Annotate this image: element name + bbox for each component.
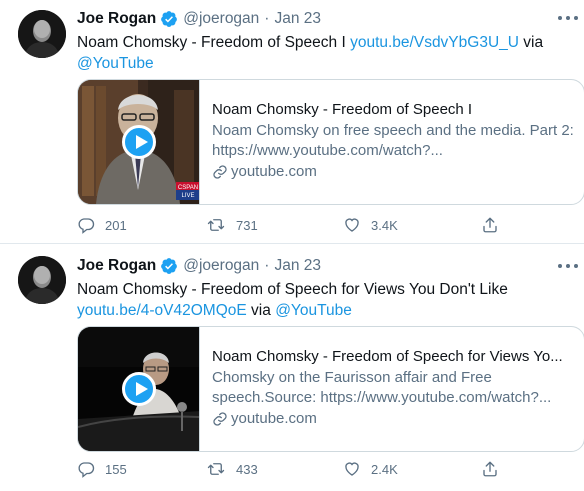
- thumb-badge-line1: CSPAN: [178, 185, 198, 191]
- author-handle[interactable]: @joerogan: [183, 257, 259, 275]
- share-button[interactable]: [481, 215, 509, 235]
- like-count: 2.4K: [371, 461, 398, 477]
- reply-button[interactable]: 155: [77, 459, 127, 479]
- reply-count: 155: [105, 461, 127, 477]
- reply-count: 201: [105, 217, 127, 233]
- tweet-text: Noam Chomsky - Freedom of Speech for Vie…: [77, 279, 577, 321]
- like-count: 3.4K: [371, 217, 398, 233]
- retweet-icon: [207, 219, 225, 231]
- tweet-link[interactable]: youtu.be/VsdvYbG3U_U: [350, 34, 519, 51]
- card-domain-text: youtube.com: [231, 163, 317, 180]
- retweet-button[interactable]: 433: [206, 459, 258, 479]
- author-handle[interactable]: @joerogan: [183, 10, 259, 28]
- card-domain: youtube.com: [212, 162, 580, 182]
- more-icon[interactable]: [558, 261, 578, 271]
- mention-link[interactable]: @YouTube: [77, 55, 154, 72]
- card-description: Noam Chomsky on free speech and the medi…: [212, 122, 574, 159]
- tweet-text-body: Noam Chomsky - Freedom of Speech I: [77, 34, 351, 51]
- author-name[interactable]: Joe Rogan: [77, 257, 156, 275]
- card-description: Chomsky on the Faurisson affair and Free…: [212, 369, 552, 406]
- share-icon: [483, 461, 497, 477]
- share-button[interactable]: [481, 459, 509, 479]
- card-body: Noam Chomsky - Freedom of Speech for Vie…: [212, 327, 580, 429]
- avatar[interactable]: [18, 256, 66, 304]
- play-icon[interactable]: [122, 372, 156, 406]
- author-name[interactable]: Joe Rogan: [77, 10, 156, 28]
- tweet-text-via: via: [518, 34, 544, 51]
- card-thumbnail[interactable]: [78, 327, 200, 451]
- card-title: Noam Chomsky - Freedom of Speech I: [212, 101, 473, 118]
- tweet[interactable]: Joe Rogan @joerogan · Jan 23 Noam Chomsk…: [0, 0, 584, 243]
- like-button[interactable]: 2.4K: [343, 459, 398, 479]
- more-icon[interactable]: [558, 13, 578, 23]
- card-domain-text: youtube.com: [231, 410, 317, 427]
- reply-button[interactable]: 201: [77, 215, 127, 235]
- verified-badge-icon: [160, 257, 178, 275]
- tweet-text-body: Noam Chomsky - Freedom of Speech for Vie…: [77, 281, 508, 298]
- tweet[interactable]: Joe Rogan @joerogan · Jan 23 Noam Chomsk…: [0, 244, 584, 491]
- tweet-header: Joe Rogan @joerogan · Jan 23: [77, 255, 321, 277]
- separator: ·: [264, 10, 270, 27]
- card-title: Noam Chomsky - Freedom of Speech for Vie…: [212, 348, 563, 365]
- retweet-count: 433: [236, 461, 258, 477]
- tweet-actions: 201 731 3.4K: [77, 215, 517, 235]
- link-icon: [213, 412, 227, 426]
- retweet-count: 731: [236, 217, 258, 233]
- play-icon[interactable]: [122, 125, 156, 159]
- reply-icon: [78, 218, 95, 234]
- link-icon: [213, 165, 227, 179]
- tweet-header: Joe Rogan @joerogan · Jan 23: [77, 8, 321, 30]
- tweet-text-via: via: [246, 302, 276, 319]
- tweet-text: Noam Chomsky - Freedom of Speech I youtu…: [77, 32, 577, 74]
- thumb-badge-line2: LIVE: [181, 193, 194, 199]
- mention-link[interactable]: @YouTube: [275, 302, 352, 319]
- verified-badge-icon: [160, 10, 178, 28]
- tweet-date[interactable]: Jan 23: [274, 257, 321, 275]
- tweet-date[interactable]: Jan 23: [274, 10, 321, 28]
- link-card[interactable]: CSPAN LIVE Noam Chomsky - Freedom of Spe…: [77, 79, 584, 205]
- heart-icon: [345, 462, 359, 476]
- share-icon: [483, 217, 497, 233]
- heart-icon: [345, 218, 359, 232]
- tweet-link[interactable]: youtu.be/4-oV42OMQoE: [77, 302, 247, 319]
- card-domain: youtube.com: [212, 409, 580, 429]
- reply-icon: [78, 462, 95, 478]
- separator: ·: [264, 257, 270, 274]
- like-button[interactable]: 3.4K: [343, 215, 398, 235]
- tweet-actions: 155 433 2.4K: [77, 459, 517, 479]
- link-card[interactable]: Noam Chomsky - Freedom of Speech for Vie…: [77, 326, 584, 452]
- card-body: Noam Chomsky - Freedom of Speech I Noam …: [212, 80, 580, 182]
- avatar[interactable]: [18, 10, 66, 58]
- retweet-button[interactable]: 731: [206, 215, 258, 235]
- card-thumbnail[interactable]: CSPAN LIVE: [78, 80, 200, 204]
- retweet-icon: [207, 463, 225, 475]
